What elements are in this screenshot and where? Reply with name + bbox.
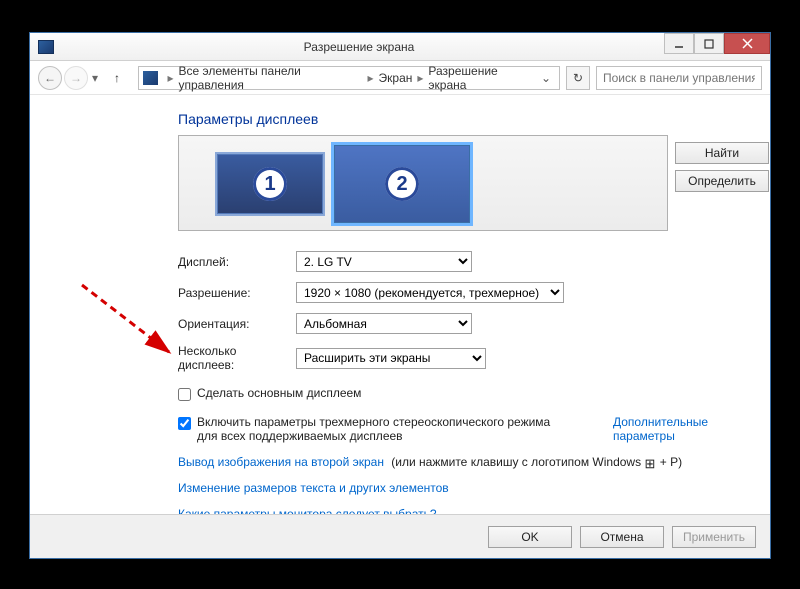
toolbar: ← → ▾ ↑ ▸ Все элементы панели управления… — [30, 61, 770, 95]
forward-icon: → — [70, 71, 82, 85]
make-primary-row: Сделать основным дисплеем — [178, 386, 742, 401]
preview-side-buttons: Найти Определить — [675, 142, 769, 192]
window-buttons — [664, 33, 770, 60]
monitor-2[interactable]: 2 — [331, 142, 473, 226]
text-size-link[interactable]: Изменение размеров текста и других элеме… — [178, 481, 449, 495]
windows-logo-icon — [644, 456, 656, 468]
project-row: Вывод изображения на второй экран (или н… — [178, 455, 742, 469]
enable-3d-row: Включить параметры трехмерного стереоско… — [178, 415, 742, 443]
page-heading: Параметры дисплеев — [178, 111, 742, 127]
refresh-icon: ↻ — [573, 71, 583, 85]
close-icon — [742, 38, 753, 49]
multiple-displays-select[interactable]: Расширить эти экраны — [296, 348, 486, 369]
enable-3d-checkbox[interactable] — [178, 417, 191, 430]
maximize-button[interactable] — [694, 33, 724, 54]
make-primary-label: Сделать основным дисплеем — [197, 386, 361, 400]
address-bar[interactable]: ▸ Все элементы панели управления ▸ Экран… — [138, 66, 560, 90]
resolution-label: Разрешение: — [178, 286, 296, 300]
settings-form: Дисплей: 2. LG TV Разрешение: 1920 × 108… — [178, 251, 742, 372]
project-link[interactable]: Вывод изображения на второй экран — [178, 455, 384, 469]
close-button[interactable] — [724, 33, 770, 54]
back-icon: ← — [44, 71, 56, 85]
resolution-select[interactable]: 1920 × 1080 (рекомендуется, трехмерное) — [296, 282, 564, 303]
minimize-button[interactable] — [664, 33, 694, 54]
back-button[interactable]: ← — [38, 66, 62, 90]
monitor-2-number: 2 — [385, 167, 419, 201]
orientation-select[interactable]: Альбомная — [296, 313, 472, 334]
app-icon — [38, 40, 54, 54]
search-box[interactable] — [596, 66, 762, 90]
window: Разрешение экрана ← → ▾ ↑ ▸ Все элементы… — [29, 32, 771, 559]
crumb-sep-icon: ▸ — [164, 71, 176, 85]
refresh-button[interactable]: ↻ — [566, 66, 590, 90]
make-primary-checkbox[interactable] — [178, 388, 191, 401]
address-dropdown-icon[interactable]: ⌄ — [537, 71, 555, 85]
breadcrumb-display[interactable]: Экран — [377, 71, 415, 85]
maximize-icon — [704, 39, 714, 49]
identify-button[interactable]: Определить — [675, 170, 769, 192]
orientation-label: Ориентация: — [178, 317, 296, 331]
apply-button[interactable]: Применить — [672, 526, 756, 548]
up-button[interactable]: ↑ — [106, 67, 128, 89]
breadcrumb-resolution[interactable]: Разрешение экрана — [426, 64, 537, 92]
minimize-icon — [674, 39, 684, 49]
project-hint-text: (или нажмите клавишу с логотипом Windows — [388, 455, 644, 469]
history-dropdown-icon[interactable]: ▾ — [90, 71, 100, 85]
dialog-footer: OK Отмена Применить — [30, 514, 770, 558]
titlebar: Разрешение экрана — [30, 33, 770, 61]
display-label: Дисплей: — [178, 255, 296, 269]
content-area: Параметры дисплеев 1 2 Найти Определить … — [30, 95, 770, 521]
advanced-settings-link[interactable]: Дополнительные параметры — [613, 415, 742, 443]
monitor-1-number: 1 — [253, 167, 287, 201]
enable-3d-label: Включить параметры трехмерного стереоско… — [197, 415, 567, 443]
up-icon: ↑ — [114, 71, 120, 85]
cancel-button[interactable]: Отмена — [580, 526, 664, 548]
crumb-sep-icon: ▸ — [364, 71, 376, 85]
ok-button[interactable]: OK — [488, 526, 572, 548]
detect-button[interactable]: Найти — [675, 142, 769, 164]
crumb-sep-icon: ▸ — [414, 71, 426, 85]
location-icon — [143, 71, 158, 85]
breadcrumb-control-panel[interactable]: Все элементы панели управления — [176, 64, 364, 92]
display-select[interactable]: 2. LG TV — [296, 251, 472, 272]
forward-button[interactable]: → — [64, 66, 88, 90]
text-size-row: Изменение размеров текста и других элеме… — [178, 481, 742, 495]
search-input[interactable] — [597, 67, 761, 89]
monitor-1[interactable]: 1 — [215, 152, 325, 216]
multiple-displays-label: Несколько дисплеев: — [178, 344, 296, 372]
project-hint-text2: + P) — [656, 455, 682, 469]
display-preview[interactable]: 1 2 Найти Определить — [178, 135, 668, 231]
window-title: Разрешение экрана — [54, 40, 664, 54]
